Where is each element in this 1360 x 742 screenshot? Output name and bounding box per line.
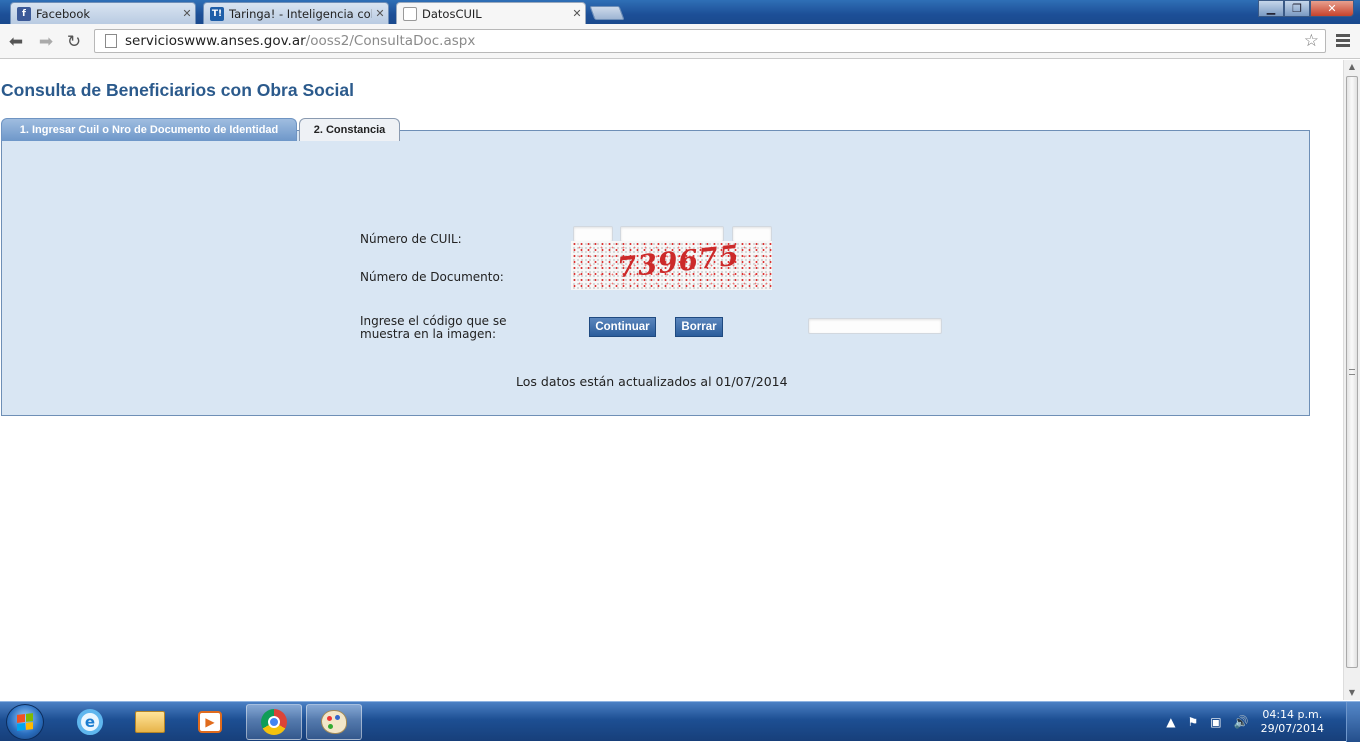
clock-date: 29/07/2014 <box>1260 722 1324 735</box>
tab-ingresar-cuil[interactable]: 1. Ingresar Cuil o Nro de Documento de I… <box>1 118 297 141</box>
tab-constancia[interactable]: 2. Constancia <box>299 118 400 141</box>
forward-arrow-icon[interactable]: ➡ <box>36 32 56 52</box>
show-desktop-button[interactable] <box>1346 702 1360 742</box>
maximize-icon[interactable]: ❐ <box>1284 0 1310 17</box>
system-tray: ▲ ⚑ ▣ 🔊 04:14 p.m. 29/07/2014 <box>1166 702 1360 742</box>
facebook-icon: f <box>17 6 31 21</box>
cuil-label: Número de CUIL: <box>360 232 462 246</box>
tab-title: Taringa! - Inteligencia colectiva <box>229 6 372 21</box>
clock-time: 04:14 p.m. <box>1262 708 1323 721</box>
menu-icon[interactable] <box>1336 34 1350 48</box>
captcha-code: 739675 <box>615 241 742 285</box>
close-tab-icon[interactable]: ✕ <box>372 7 388 20</box>
captcha-input[interactable] <box>808 318 942 334</box>
taringa-icon: T! <box>210 6 224 21</box>
browser-tab-datoscuil[interactable]: DatosCUIL ✕ <box>396 2 586 24</box>
browser-tab-taringa[interactable]: T! Taringa! - Inteligencia colectiva ✕ <box>203 2 389 24</box>
taskbar-file-explorer[interactable] <box>122 704 178 740</box>
update-date-note: Los datos están actualizados al 01/07/20… <box>516 374 788 389</box>
scroll-up-icon[interactable]: ▲ <box>1344 60 1360 74</box>
close-tab-icon[interactable]: ✕ <box>179 7 195 20</box>
tab-title: DatosCUIL <box>422 6 482 21</box>
borrar-button[interactable]: Borrar <box>675 317 723 337</box>
windows-logo-icon <box>17 713 33 731</box>
action-center-flag-icon[interactable]: ⚑ <box>1188 715 1199 729</box>
reload-icon[interactable]: ↻ <box>64 32 84 52</box>
scrollbar-thumb[interactable] <box>1346 76 1358 668</box>
browser-tab-facebook[interactable]: f Facebook ✕ <box>10 2 196 24</box>
paint-icon <box>321 710 347 734</box>
page-viewport: Consulta de Beneficiarios con Obra Socia… <box>0 60 1343 700</box>
url-host: servicioswww.anses.gov.ar <box>125 33 306 49</box>
captcha-label-line2: muestra en la imagen: <box>360 327 497 341</box>
media-player-icon: ▶ <box>198 711 222 733</box>
close-window-icon[interactable]: ✕ <box>1310 0 1354 17</box>
start-button[interactable] <box>6 704 44 740</box>
minimize-icon[interactable]: ▁ <box>1258 0 1284 17</box>
volume-icon[interactable]: 🔊 <box>1234 715 1249 729</box>
taskbar-internet-explorer[interactable]: e <box>62 704 118 740</box>
form-panel: Número de CUIL: Número de Documento: Ing… <box>1 130 1310 416</box>
close-tab-icon[interactable]: ✕ <box>569 7 585 20</box>
browser-tabstrip: f Facebook ✕ T! Taringa! - Inteligencia … <box>0 0 1360 24</box>
taskbar-media-player[interactable]: ▶ <box>182 704 238 740</box>
vertical-scrollbar[interactable]: ▲ ▼ <box>1343 60 1360 700</box>
bookmark-star-icon[interactable]: ☆ <box>1304 31 1319 51</box>
taskbar-paint[interactable] <box>306 704 362 740</box>
tab-title: Facebook <box>36 6 91 21</box>
chrome-icon <box>261 709 287 735</box>
internet-explorer-icon: e <box>77 709 103 735</box>
windows-taskbar: e ▶ ▲ ⚑ ▣ 🔊 04:14 p.m. 29/07/2014 <box>0 701 1360 742</box>
captcha-label: Ingrese el código que se muestra en la i… <box>360 315 507 341</box>
page-title: Consulta de Beneficiarios con Obra Socia… <box>1 80 355 100</box>
taskbar-clock[interactable]: 04:14 p.m. 29/07/2014 <box>1261 708 1324 736</box>
scroll-down-icon[interactable]: ▼ <box>1344 686 1360 700</box>
network-icon[interactable]: ▣ <box>1210 715 1221 729</box>
browser-toolbar: ⬅ ➡ ↻ servicioswww.anses.gov.ar/ooss2/Co… <box>0 24 1360 59</box>
captcha-image: 739675 <box>571 241 772 290</box>
page-info-icon[interactable] <box>105 34 117 48</box>
cuil-suffix-input[interactable] <box>732 226 772 242</box>
address-bar[interactable]: servicioswww.anses.gov.ar/ooss2/Consulta… <box>94 29 1326 53</box>
folder-icon <box>135 711 165 733</box>
documento-label: Número de Documento: <box>360 270 504 284</box>
cuil-prefix-input[interactable] <box>573 226 613 242</box>
taskbar-chrome[interactable] <box>246 704 302 740</box>
continuar-button[interactable]: Continuar <box>589 317 656 337</box>
back-arrow-icon[interactable]: ⬅ <box>6 32 26 52</box>
url-path: /ooss2/ConsultaDoc.aspx <box>305 33 476 49</box>
page-icon <box>403 6 417 21</box>
cuil-number-input[interactable] <box>620 226 724 242</box>
show-hidden-icons-icon[interactable]: ▲ <box>1166 715 1175 729</box>
window-controls: ▁ ❐ ✕ <box>1258 0 1354 18</box>
new-tab-button[interactable] <box>589 6 625 20</box>
